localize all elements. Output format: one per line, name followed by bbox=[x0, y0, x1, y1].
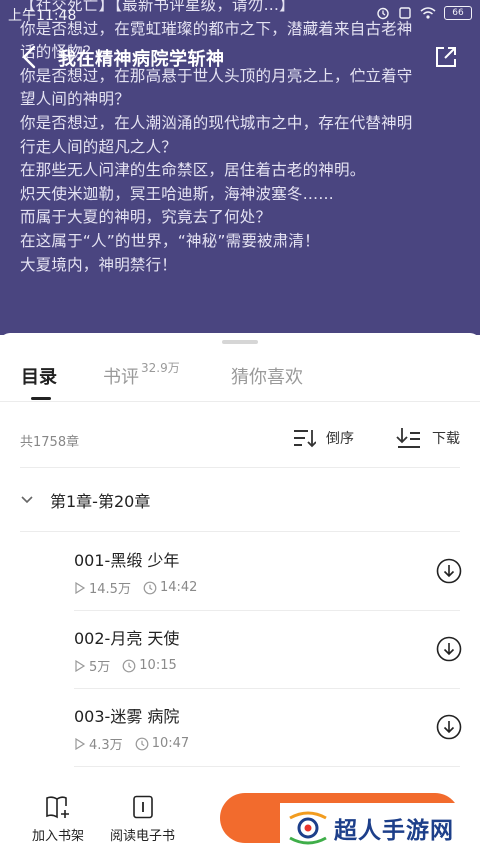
chapter-title: 002-月亮 天使 bbox=[74, 629, 180, 648]
play-count-value: 5万 bbox=[89, 660, 111, 675]
clock-icon bbox=[143, 581, 157, 594]
chapter-meta: 14.5万 14:42 bbox=[74, 578, 209, 597]
book-header-banner: 【社交死亡】【最新书评星级，请勿…】 你是否想过，在霓虹璀璨的都市之下，潜藏着来… bbox=[0, 0, 480, 335]
chapter-range-label: 第1章-第20章 bbox=[50, 492, 151, 511]
tab-bar: 目录 书评 32.9万 猜你喜欢 bbox=[0, 355, 480, 401]
ebook-icon bbox=[132, 795, 153, 819]
sort-desc-icon bbox=[294, 430, 316, 448]
description-line: 而属于大夏的神明，究竟去了何处？ bbox=[20, 208, 272, 227]
read-ebook-button[interactable]: 阅读电子书 bbox=[110, 795, 175, 844]
drag-handle[interactable] bbox=[222, 340, 258, 344]
download-icon[interactable] bbox=[436, 558, 462, 584]
chapter-row[interactable]: 001-黑缎 少年 14.5万 14:42 bbox=[0, 533, 480, 611]
play-icon bbox=[75, 737, 86, 750]
description-line: 大夏境内，神明禁行！ bbox=[20, 255, 178, 274]
book-description: 【社交死亡】【最新书评星级，请勿…】 你是否想过，在霓虹璀璨的都市之下，潜藏着来… bbox=[20, 0, 460, 277]
play-count: 14.5万 bbox=[74, 578, 131, 597]
review-count-badge: 32.9万 bbox=[141, 361, 180, 375]
play-icon bbox=[75, 659, 86, 672]
description-line: 在这属于“人”的世界，“神秘”需要被肃清！ bbox=[20, 231, 320, 250]
play-icon bbox=[75, 581, 86, 594]
sim-icon bbox=[399, 7, 411, 19]
site-watermark: 超人手游网 bbox=[280, 803, 480, 853]
page-title: 我在精神病院学斩神 bbox=[58, 49, 225, 70]
duration-value: 10:47 bbox=[151, 736, 190, 751]
sort-label: 倒序 bbox=[326, 431, 354, 447]
chapter-range-toggle[interactable]: 第1章-第20章 bbox=[20, 488, 150, 512]
download-list-icon bbox=[396, 428, 420, 448]
chapter-row[interactable]: 003-迷雾 病院 4.3万 10:47 bbox=[0, 689, 480, 767]
duration-value: 10:15 bbox=[139, 658, 177, 673]
divider bbox=[74, 766, 460, 767]
duration: 10:15 bbox=[122, 658, 177, 673]
chapter-count: 共1758章 bbox=[20, 435, 80, 450]
add-to-shelf-label: 加入书架 bbox=[32, 829, 85, 844]
divider bbox=[0, 401, 480, 402]
download-label: 下载 bbox=[432, 431, 460, 447]
tab-label: 书评 bbox=[103, 367, 139, 388]
battery-icon: 66 bbox=[444, 6, 472, 20]
add-to-shelf-button[interactable]: 加入书架 bbox=[32, 795, 84, 844]
chapter-title: 001-黑缎 少年 bbox=[74, 551, 180, 570]
divider bbox=[20, 531, 460, 532]
download-button[interactable]: 下载 bbox=[396, 427, 460, 449]
back-icon[interactable] bbox=[18, 44, 42, 70]
status-bar: 上午11:48 66 bbox=[0, 0, 480, 30]
clock-icon bbox=[135, 737, 149, 750]
share-icon[interactable] bbox=[434, 45, 458, 69]
watermark-text: 超人手游网 bbox=[334, 818, 454, 844]
divider bbox=[20, 467, 460, 468]
watermark-logo-icon bbox=[289, 811, 327, 845]
download-icon[interactable] bbox=[436, 636, 462, 662]
duration: 10:47 bbox=[135, 736, 189, 751]
duration: 14:42 bbox=[143, 580, 197, 595]
description-line: 望人间的神明？ bbox=[20, 90, 130, 109]
sort-button[interactable]: 倒序 bbox=[292, 427, 354, 449]
wifi-icon bbox=[420, 7, 436, 19]
description-line: 你是否想过，在人潮汹涌的现代城市之中，存在代替神明 bbox=[20, 113, 413, 132]
bookshelf-add-icon bbox=[46, 796, 69, 819]
chapter-row[interactable]: 002-月亮 天使 5万 10:15 bbox=[0, 611, 480, 689]
description-line: 行走人间的超凡之人？ bbox=[20, 137, 178, 156]
play-count: 4.3万 bbox=[74, 734, 123, 753]
chevron-down-icon bbox=[21, 496, 33, 504]
download-icon[interactable] bbox=[436, 714, 462, 740]
battery-level: 66 bbox=[452, 8, 464, 18]
read-ebook-label: 阅读电子书 bbox=[110, 829, 176, 844]
duration-value: 14:42 bbox=[159, 580, 198, 595]
alarm-icon bbox=[377, 7, 389, 20]
clock-icon bbox=[122, 659, 136, 672]
status-time: 上午11:48 bbox=[8, 8, 77, 24]
active-tab-indicator bbox=[31, 397, 51, 400]
tab-label: 猜你喜欢 bbox=[231, 367, 303, 388]
catalog-sheet: 目录 书评 32.9万 猜你喜欢 共1758章 倒序 下载 第1章-第20章 00… bbox=[0, 333, 480, 853]
chapter-meta: 4.3万 10:47 bbox=[74, 734, 201, 753]
tab-catalog[interactable]: 目录 bbox=[21, 363, 57, 389]
play-count-value: 4.3万 bbox=[89, 738, 123, 753]
description-line: 在那些无人问津的生命禁区，居住着古老的神明。 bbox=[20, 161, 366, 180]
tab-reviews[interactable]: 书评 32.9万 bbox=[103, 361, 180, 389]
description-line: 炽天使米迦勒，冥王哈迪斯，海神波塞冬…… bbox=[20, 184, 335, 203]
tab-recommend[interactable]: 猜你喜欢 bbox=[231, 363, 303, 389]
chapter-meta: 5万 10:15 bbox=[74, 656, 189, 675]
chapter-title: 003-迷雾 病院 bbox=[74, 707, 180, 726]
status-icons: 66 bbox=[376, 6, 472, 20]
tab-label: 目录 bbox=[21, 367, 57, 388]
play-count: 5万 bbox=[74, 656, 110, 675]
play-count-value: 14.5万 bbox=[89, 582, 131, 597]
